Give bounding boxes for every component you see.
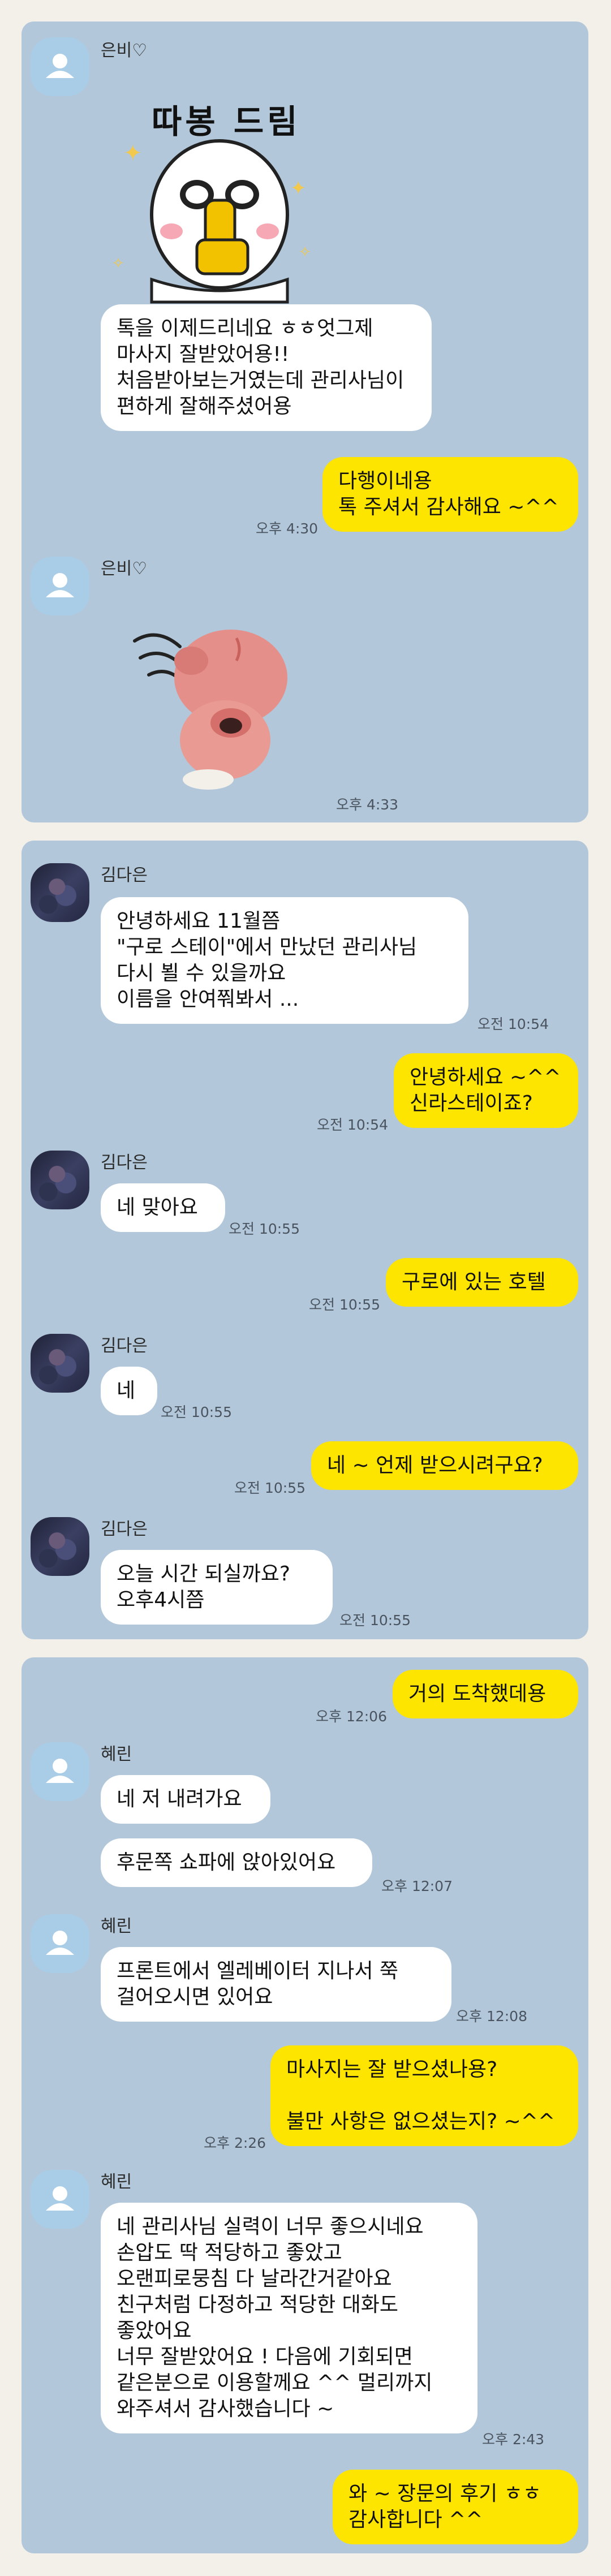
message-time: 오후 12:08 [456, 2008, 527, 2024]
sticker-thumbs-up: 따봉 드림 ✦ ✦ ✧ ✧ [101, 76, 338, 313]
message-time: 오후 12:07 [381, 1878, 453, 1894]
avatar-default[interactable] [31, 2170, 89, 2229]
sender-name: 김다은 [101, 1519, 148, 1539]
avatar-default[interactable] [31, 37, 89, 96]
sender-name: 혜린 [101, 1916, 132, 1936]
my-message-bubble: 다행이네용 톡 주셔서 감사해요 ~^^ [322, 457, 578, 532]
person-icon [46, 1759, 74, 1783]
message-bubble: 프론트에서 엘레베이터 지나서 쭉 걸어오시면 있어요 [101, 1947, 451, 2022]
sleepy-pink-creature-sticker-icon [133, 630, 287, 790]
sender-name: 은비♡ [101, 559, 148, 579]
sender-name: 혜린 [101, 2172, 132, 2192]
my-message-bubble: 마사지는 잘 받으셨나용? 불만 사항은 없으셨는지? ~^^ [270, 2045, 578, 2146]
avatar-default[interactable] [31, 557, 89, 615]
avatar-default[interactable] [31, 1742, 89, 1801]
svg-text:✧: ✧ [112, 255, 124, 272]
message-time: 오전 10:55 [229, 1221, 300, 1237]
my-message-bubble: 와 ~ 장문의 후기 ㅎㅎ 감사합니다 ^^ [333, 2470, 578, 2544]
message-time: 오전 10:55 [339, 1612, 411, 1629]
message-bubble: 네 맞아요 [101, 1183, 225, 1232]
my-message-bubble: 거의 도착했데용 [393, 1670, 578, 1718]
svg-text:✦: ✦ [290, 177, 307, 200]
message-time: 오후 2:26 [204, 2135, 266, 2151]
avatar-blurred[interactable] [31, 1334, 89, 1393]
chat-panel-3: 거의 도착했데용 오후 12:06 혜린 네 저 내려가요 후문쪽 쇼파에 앉아… [21, 1657, 588, 2553]
message-time: 오전 10:55 [309, 1296, 380, 1313]
my-message-bubble: 안녕하세요 ~^^ 신라스테이죠? [394, 1053, 578, 1128]
message-time: 오전 10:55 [234, 1480, 306, 1496]
message-bubble: 톡을 이제드리네요 ㅎㅎ엇그제 마사지 잘받았어용!! 처음받아보는거였는데 관… [101, 304, 432, 431]
person-icon [46, 2186, 74, 2211]
sender-name: 김다은 [101, 1336, 148, 1356]
message-time: 오후 12:06 [316, 1708, 387, 1725]
message-time: 오전 10:55 [161, 1404, 232, 1420]
my-message-bubble: 구로에 있는 호텔 [386, 1258, 578, 1307]
person-icon [46, 54, 74, 78]
my-message-bubble: 네 ~ 언제 받으시려구요? [311, 1441, 578, 1490]
person-icon [46, 573, 74, 597]
message-bubble: 후문쪽 쇼파에 앉아있어요 [101, 1838, 372, 1887]
sender-name: 김다은 [101, 1153, 148, 1173]
avatar-default[interactable] [31, 1914, 89, 1973]
message-bubble: 네 저 내려가요 [101, 1775, 270, 1824]
message-time: 오후 4:33 [336, 796, 399, 813]
message-time: 오전 10:54 [317, 1117, 388, 1133]
svg-text:✧: ✧ [299, 244, 311, 261]
sender-name: 혜린 [101, 1744, 132, 1764]
avatar-blurred[interactable] [31, 1517, 89, 1576]
sender-name: 김다은 [101, 865, 148, 885]
message-bubble: 네 [101, 1367, 157, 1415]
avatar-blurred[interactable] [31, 1151, 89, 1209]
message-time: 오후 2:43 [482, 2431, 545, 2448]
message-bubble: 오늘 시간 되실까요? 오후4시쯤 [101, 1550, 333, 1625]
svg-text:✦: ✦ [123, 140, 143, 166]
message-bubble: 안녕하세요 11월쯤 "구로 스테이"에서 만났던 관리사님 다시 뵐 수 있을… [101, 897, 468, 1024]
sender-name: 은비♡ [101, 41, 148, 61]
message-time: 오전 10:54 [477, 1016, 549, 1032]
message-bubble: 네 관리사님 실력이 너무 좋으시네요 손압도 딱 적당하고 좋았고 오랜피로뭉… [101, 2203, 477, 2433]
person-icon [46, 1931, 74, 1955]
chat-panel-2: 김다은 안녕하세요 11월쯤 "구로 스테이"에서 만났던 관리사님 다시 뵐 … [21, 841, 588, 1639]
chat-panel-1: 은비♡ 따봉 드림 ✦ ✦ ✧ ✧ 톡을 이제드리네요 ㅎㅎ엇그제 마사지 잘받… [21, 21, 588, 822]
message-time: 오후 4:30 [256, 520, 319, 537]
thumbs-up-character-icon: ✦ ✦ ✧ ✧ [112, 139, 311, 304]
avatar-blurred[interactable] [31, 863, 89, 922]
